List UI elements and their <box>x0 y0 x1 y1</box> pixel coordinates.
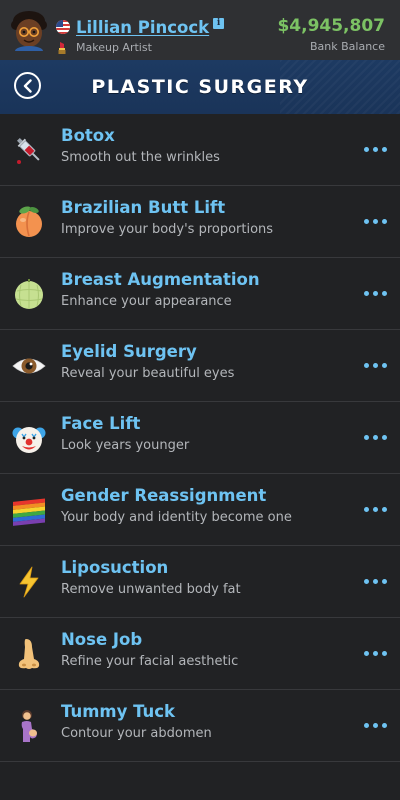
item-title: Face Lift <box>61 414 141 433</box>
syringe-icon <box>16 137 40 164</box>
nose-icon <box>18 639 40 669</box>
more-options-button[interactable] <box>360 210 390 232</box>
title-bar: PLASTIC SURGERY <box>0 60 400 114</box>
rainbow-flag-icon <box>13 498 45 526</box>
us-flag-icon <box>56 20 70 34</box>
bank-balance: $4,945,807 <box>277 16 385 36</box>
more-options-button[interactable] <box>360 498 390 520</box>
list-item-face-lift[interactable]: Face Lift Look years younger <box>0 402 400 474</box>
name-row: Lillian Pincock i <box>56 16 225 38</box>
job-row: Makeup Artist <box>56 40 152 54</box>
item-title: Botox <box>61 126 115 145</box>
more-options-button[interactable] <box>360 138 390 160</box>
clown-face-icon <box>12 427 46 453</box>
more-options-button[interactable] <box>360 642 390 664</box>
bank-balance-label: Bank Balance <box>310 40 385 53</box>
item-title: Brazilian Butt Lift <box>61 198 226 217</box>
list-item-liposuction[interactable]: Liposuction Remove unwanted body fat <box>0 546 400 618</box>
list-item-gender-reassignment[interactable]: Gender Reassignment Your body and identi… <box>0 474 400 546</box>
list-item-botox[interactable]: Botox Smooth out the wrinkles <box>0 114 400 186</box>
item-subtitle: Improve your body's proportions <box>61 222 274 237</box>
lightning-icon <box>19 566 39 598</box>
item-subtitle: Remove unwanted body fat <box>61 582 241 597</box>
item-subtitle: Smooth out the wrinkles <box>61 150 220 165</box>
player-name[interactable]: Lillian Pincock <box>76 18 209 37</box>
more-options-button[interactable] <box>360 354 390 376</box>
job-title: Makeup Artist <box>76 40 152 54</box>
item-subtitle: Your body and identity become one <box>61 510 292 525</box>
item-subtitle: Contour your abdomen <box>61 726 212 741</box>
more-options-button[interactable] <box>360 426 390 448</box>
item-title: Tummy Tuck <box>61 702 176 721</box>
more-options-button[interactable] <box>360 282 390 304</box>
list-item-brazilian-butt-lift[interactable]: Brazilian Butt Lift Improve your body's … <box>0 186 400 258</box>
item-title: Gender Reassignment <box>61 486 267 505</box>
list-item-tummy-tuck[interactable]: Tummy Tuck Contour your abdomen <box>0 690 400 762</box>
item-title: Eyelid Surgery <box>61 342 197 361</box>
info-icon[interactable]: i <box>213 17 225 29</box>
item-subtitle: Reveal your beautiful eyes <box>61 366 235 381</box>
item-title: Nose Job <box>61 630 143 649</box>
list-item-eyelid-surgery[interactable]: Eyelid Surgery Reveal your beautiful eye… <box>0 330 400 402</box>
more-options-button[interactable] <box>360 570 390 592</box>
player-header: Lillian Pincock i Makeup Artist $4,945,8… <box>0 0 400 60</box>
lipstick-icon <box>58 41 66 54</box>
item-subtitle: Enhance your appearance <box>61 294 232 309</box>
more-options-button[interactable] <box>360 714 390 736</box>
eye-icon <box>12 358 46 374</box>
avatar[interactable] <box>10 11 48 51</box>
item-title: Liposuction <box>61 558 169 577</box>
procedure-list: Botox Smooth out the wrinkles Brazilian … <box>0 114 400 762</box>
item-subtitle: Look years younger <box>61 438 190 453</box>
item-title: Breast Augmentation <box>61 270 260 289</box>
plastic-surgery-screen: Lillian Pincock i Makeup Artist $4,945,8… <box>0 0 400 800</box>
pregnant-woman-icon <box>21 710 37 742</box>
item-subtitle: Refine your facial aesthetic <box>61 654 239 669</box>
list-item-nose-job[interactable]: Nose Job Refine your facial aesthetic <box>0 618 400 690</box>
peach-icon <box>16 206 42 237</box>
list-item-breast-augmentation[interactable]: Breast Augmentation Enhance your appeara… <box>0 258 400 330</box>
page-title: PLASTIC SURGERY <box>91 76 309 98</box>
melon-icon <box>15 279 43 309</box>
